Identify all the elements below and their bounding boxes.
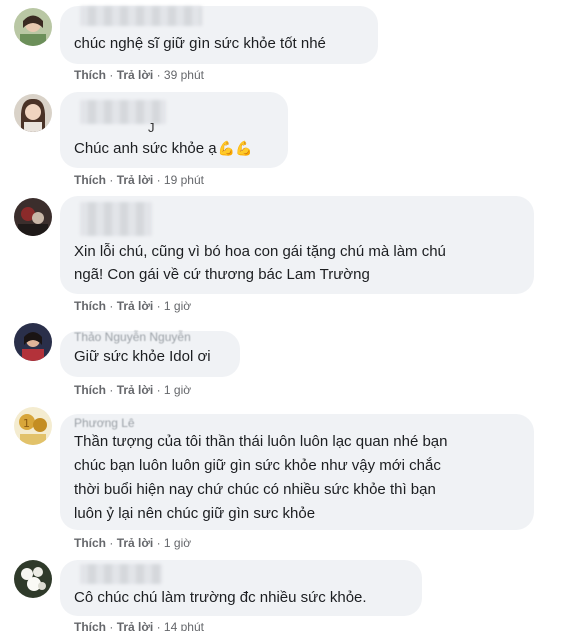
comment-text: Chúc anh sức khỏe ạ💪💪 bbox=[74, 137, 253, 160]
timestamp[interactable]: 1 giờ bbox=[164, 536, 191, 550]
comment-text-line: luôn ỷ lại nên chúc giữ gìn sưc khỏe bbox=[74, 505, 316, 522]
comment-bubble: Cô chúc chú làm trường đc nhiều sức khỏe… bbox=[60, 560, 422, 616]
comment-text-line: thời buổi hiện nay chứ chúc có nhiều sức… bbox=[74, 481, 436, 498]
reply-link[interactable]: Trả lời bbox=[117, 383, 154, 397]
like-link[interactable]: Thích bbox=[74, 68, 106, 82]
timestamp[interactable]: 39 phút bbox=[164, 68, 204, 82]
comment-text-line: ngã! Con gái về cứ thương bác Lam Trường bbox=[74, 266, 370, 283]
author-name-redacted[interactable] bbox=[80, 6, 202, 26]
comment-actions: Thích · Trả lời · 39 phút bbox=[74, 68, 204, 82]
like-link[interactable]: Thích bbox=[74, 620, 106, 631]
author-name-redacted[interactable] bbox=[80, 202, 152, 236]
comment-bubble: chúc nghệ sĩ giữ gìn sức khỏe tốt nhé bbox=[60, 6, 378, 64]
timestamp[interactable]: 19 phút bbox=[164, 173, 204, 187]
reply-link[interactable]: Trả lời bbox=[117, 299, 154, 313]
like-link[interactable]: Thích bbox=[74, 383, 106, 397]
author-name-faded[interactable]: Thảo Nguyễn Nguyễn bbox=[74, 330, 191, 344]
comment-text-line: Thần tượng của tôi thần thái luôn luôn l… bbox=[74, 433, 448, 450]
comment-text-line: chúc bạn luôn luôn giữ gìn sức khỏe như … bbox=[74, 457, 441, 474]
user-avatar[interactable] bbox=[14, 198, 52, 236]
author-name-faded[interactable]: Phương Lê bbox=[74, 416, 135, 430]
user-avatar[interactable] bbox=[14, 323, 52, 361]
timestamp[interactable]: 1 giờ bbox=[164, 299, 191, 313]
comment-text: chúc nghệ sĩ giữ gìn sức khỏe tốt nhé bbox=[74, 35, 326, 52]
comment-actions: Thích · Trả lời · 14 phút bbox=[74, 620, 204, 631]
like-link[interactable]: Thích bbox=[74, 173, 106, 187]
user-avatar[interactable] bbox=[14, 560, 52, 598]
reply-link[interactable]: Trả lời bbox=[117, 536, 154, 550]
user-avatar[interactable] bbox=[14, 8, 52, 46]
comment-bubble: Thảo Nguyễn Nguyễn Giữ sức khỏe Idol ơi bbox=[60, 330, 240, 377]
comment-actions: Thích · Trả lời · 1 giờ bbox=[74, 383, 192, 397]
flexed-biceps-emoji: 💪💪 bbox=[217, 140, 253, 156]
like-link[interactable]: Thích bbox=[74, 299, 106, 313]
comment-text: Cô chúc chú làm trường đc nhiều sức khỏe… bbox=[74, 589, 367, 606]
comment-thread: chúc nghệ sĩ giữ gìn sức khỏe tốt nhé Th… bbox=[0, 0, 580, 631]
comment-text-line: Xin lỗi chú, cũng vì bó hoa con gái tặng… bbox=[74, 243, 446, 260]
comment-actions: Thích · Trả lời · 19 phút bbox=[74, 173, 204, 187]
right-border bbox=[574, 0, 580, 631]
timestamp[interactable]: 14 phút bbox=[164, 620, 204, 631]
author-name-fragment: J bbox=[148, 120, 155, 135]
comment-actions: Thích · Trả lời · 1 giờ bbox=[74, 536, 192, 550]
user-avatar[interactable]: 1 bbox=[14, 407, 52, 445]
svg-text:1: 1 bbox=[23, 417, 30, 430]
reply-link[interactable]: Trả lời bbox=[117, 68, 154, 82]
comment-text: Giữ sức khỏe Idol ơi bbox=[74, 348, 211, 365]
user-avatar[interactable] bbox=[14, 94, 52, 132]
reply-link[interactable]: Trả lời bbox=[117, 620, 154, 631]
author-name-redacted[interactable] bbox=[80, 564, 162, 584]
comment-bubble: J Chúc anh sức khỏe ạ💪💪 bbox=[60, 92, 288, 168]
comment-actions: Thích · Trả lời · 1 giờ bbox=[74, 299, 192, 313]
reply-link[interactable]: Trả lời bbox=[117, 173, 154, 187]
comment-bubble: Xin lỗi chú, cũng vì bó hoa con gái tặng… bbox=[60, 196, 534, 294]
timestamp[interactable]: 1 giờ bbox=[164, 383, 191, 397]
comment-bubble: Phương Lê Thần tượng của tôi thần thái l… bbox=[60, 414, 534, 530]
like-link[interactable]: Thích bbox=[74, 536, 106, 550]
